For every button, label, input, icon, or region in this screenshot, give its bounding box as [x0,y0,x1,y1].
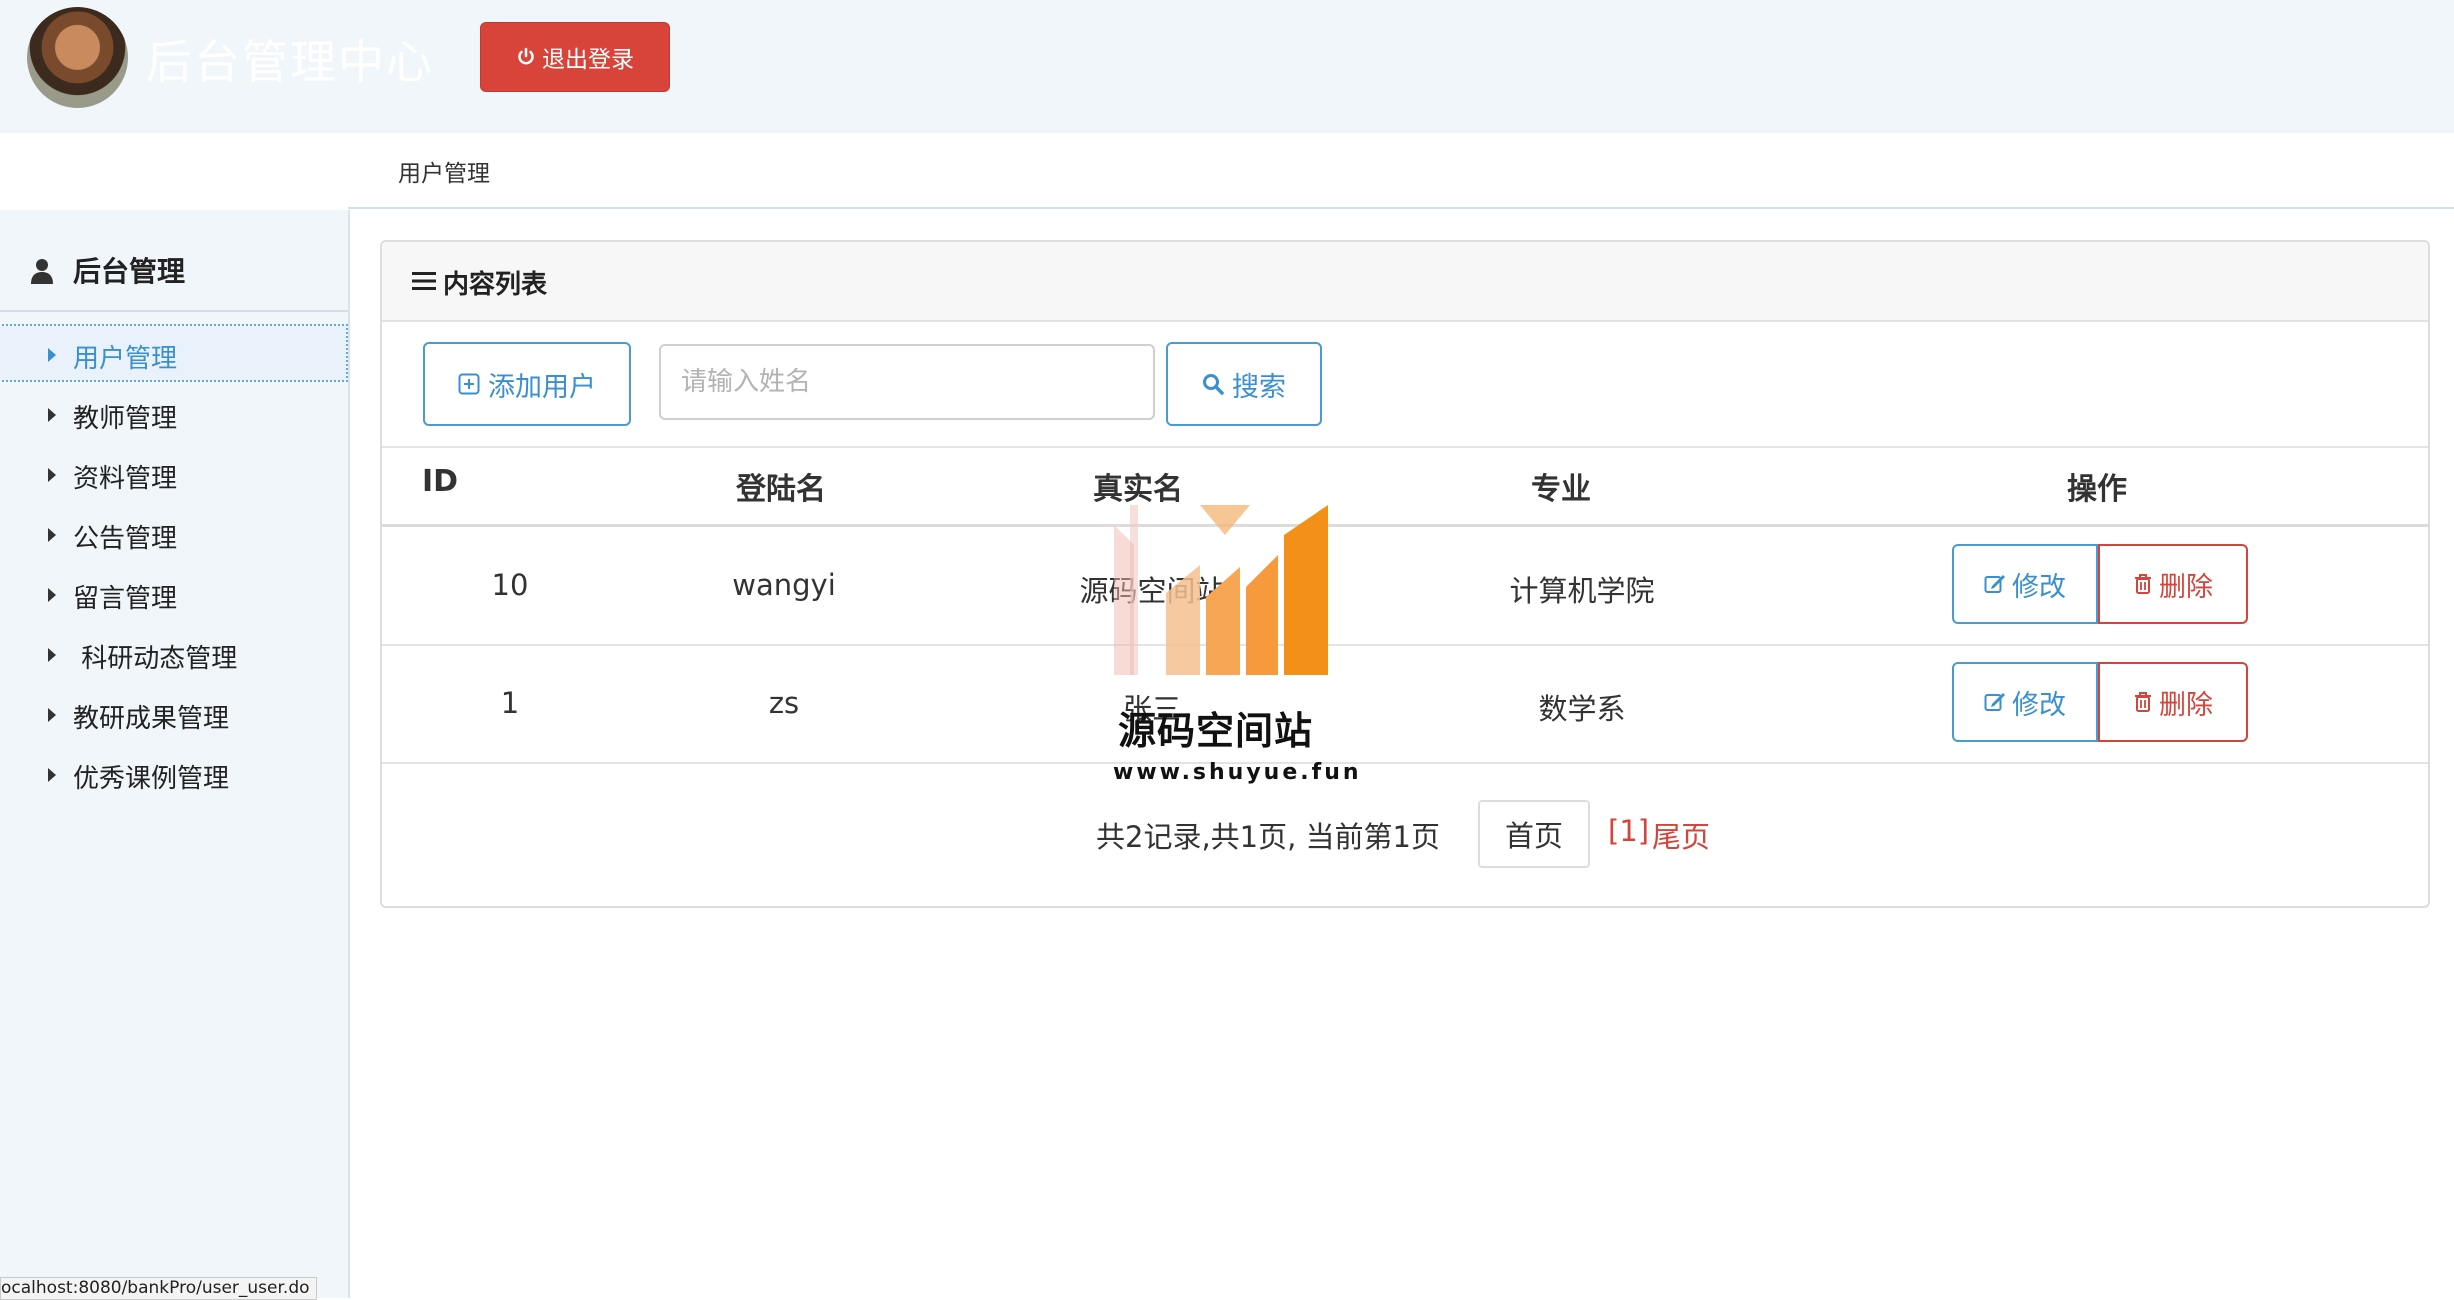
table-top-border [382,446,2428,448]
sidebar-item-label: 用户管理 [73,344,178,374]
caret-right-icon [48,708,56,722]
sidebar-item-material-management[interactable]: 资料管理 [0,446,346,500]
search-label: 搜索 [1232,371,1286,403]
app-title: 后台管理中心 [146,35,434,89]
delete-button[interactable]: 删除 [2098,662,2248,742]
menu-list-label: 菜单列表 [75,165,188,198]
add-user-label: 添加用户 [488,371,596,403]
trash-icon [2135,574,2151,594]
cell-major: 数学系 [1538,692,1626,726]
cell-login: wangyi [732,568,836,602]
sidebar-item-message-management[interactable]: 留言管理 [0,566,346,620]
caret-right-icon [48,528,56,542]
caret-right-icon [48,468,56,482]
status-bar-url: ocalhost:8080/bankPro/user_user.do [0,1277,317,1300]
sidebar-item-label: 留言管理 [73,584,178,614]
cell-id: 10 [491,568,529,602]
caret-right-icon [48,588,56,602]
edit-icon [1984,575,2005,593]
avatar [27,7,128,108]
sidebar-item-label: 教研成果管理 [73,704,230,734]
list-icon: ☰ [30,163,56,197]
last-page-link[interactable]: 尾页 [1652,814,1710,856]
column-header-id: ID [422,464,459,499]
watermark-url: www.shuyue.fun [1113,760,1362,785]
edit-icon [1984,693,2005,711]
search-icon [1203,374,1224,395]
row-divider [382,762,2428,764]
column-header-major: 专业 [1531,472,1591,507]
main-top-border [348,207,2454,209]
menu-list-toggle[interactable]: ☰ 菜单列表 [30,160,187,200]
watermark-text: 源码空间站 [1118,709,1314,753]
trash-icon [2135,692,2151,712]
cell-login: zs [768,686,800,720]
caret-right-icon [48,768,56,782]
sidebar-item-label: 教师管理 [73,404,178,434]
sidebar-item-excellent-lesson-management[interactable]: 优秀课例管理 [0,746,346,800]
delete-label: 删除 [2159,689,2213,721]
plus-square-icon [458,373,480,395]
first-page-button[interactable]: 首页 [1478,800,1590,868]
delete-label: 删除 [2159,571,2213,603]
header-divider [382,524,2428,527]
list-icon [412,272,436,290]
edit-label: 修改 [2012,571,2066,603]
search-button[interactable]: 搜索 [1166,342,1322,426]
logout-button[interactable]: 退出登录 [480,22,670,92]
top-header: 后台管理中心 退出登录 ☰ 菜单列表 用户管理 [0,0,2454,198]
caret-right-icon [48,648,56,662]
column-header-real-name: 真实名 [1093,472,1183,507]
edit-label: 修改 [2012,689,2066,721]
power-icon [518,47,534,65]
sidebar-item-research-results-management[interactable]: 教研成果管理 [0,686,346,740]
column-header-actions: 操作 [2067,472,2127,507]
column-header-login: 登陆名 [736,472,826,507]
sidebar-item-label: 优秀课例管理 [73,764,230,794]
sidebar: 后台管理 用户管理 教师管理 资料管理 公告管理 留言管理 科研动态管理 教研成… [0,210,350,1298]
sidebar-section-title: 后台管理 [73,255,186,288]
sidebar-item-research-news-management[interactable]: 科研动态管理 [0,626,346,680]
edit-button[interactable]: 修改 [1952,662,2098,742]
sidebar-section-header[interactable]: 后台管理 [0,232,348,312]
sidebar-item-label: 科研动态管理 [73,644,238,674]
user-icon [31,259,53,284]
content-panel: 内容列表 添加用户 搜索 ID 登陆名 真实名 专业 操作 10 wangyi … [380,240,2430,908]
row-divider [382,644,2428,646]
panel-title: 内容列表 [443,270,548,300]
sidebar-item-user-management[interactable]: 用户管理 [0,324,348,382]
cell-id: 1 [500,686,520,720]
cell-major: 计算机学院 [1509,574,1655,608]
delete-button[interactable]: 删除 [2098,544,2248,624]
search-input[interactable] [659,344,1155,420]
edit-button[interactable]: 修改 [1952,544,2098,624]
sidebar-item-notice-management[interactable]: 公告管理 [0,506,346,560]
sidebar-item-label: 公告管理 [73,524,178,554]
breadcrumb: 用户管理 [398,161,490,187]
sidebar-item-teacher-management[interactable]: 教师管理 [0,386,346,440]
caret-right-icon [48,408,56,422]
pagination-summary: 共2记录,共1页, 当前第1页 [1096,820,1441,854]
add-user-button[interactable]: 添加用户 [423,342,631,426]
sidebar-item-label: 资料管理 [73,464,178,494]
logout-label: 退出登录 [542,47,634,73]
current-page-indicator: [1] [1608,814,1650,848]
panel-heading: 内容列表 [382,242,2428,322]
caret-right-icon [48,348,56,362]
